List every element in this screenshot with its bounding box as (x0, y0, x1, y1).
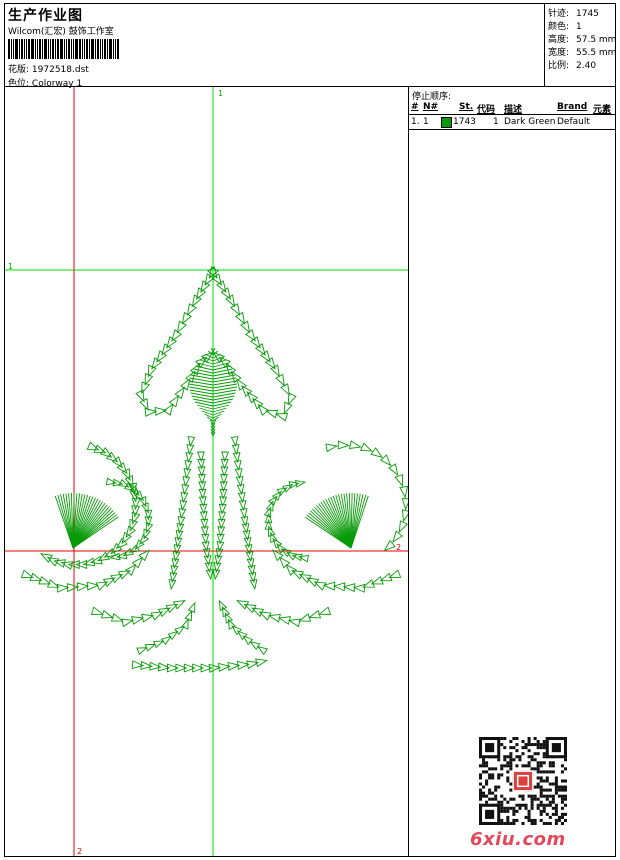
stat-scale: 比例: 2.40 (548, 61, 597, 71)
col-element: 元素 (593, 105, 612, 115)
design-file-line: 花版: 1972518.dst (8, 62, 89, 75)
stat-height: 高度: 57.5 mm (548, 35, 617, 45)
row-stitches: 1743 (453, 117, 476, 127)
row-brand: Default (557, 117, 590, 127)
stat-colors: 颜色: 1 (548, 22, 582, 32)
design-value: 1972518.dst (31, 65, 89, 75)
axis-label-bottom: 2 (77, 847, 83, 856)
stat-stitches: 针迹: 1745 (548, 9, 599, 19)
axis-label-top: 1 (218, 89, 224, 98)
stitch-paths (20, 266, 408, 673)
stat-width: 宽度: 55.5 mm (548, 48, 617, 58)
col-stitches: St. (459, 102, 474, 112)
qr-code-icon (479, 737, 567, 825)
table-row[interactable]: 1. 1 1743 1 Dark Green Default (409, 115, 615, 130)
col-description: 描述 (504, 105, 523, 115)
company-name: Wilcom(汇宏) 鼓饰工作室 (8, 27, 114, 37)
design-canvas[interactable]: 1 1 2 2 (4, 86, 409, 857)
stats-block: 针迹: 1745 颜色: 1 高度: 57.5 mm 宽度: 55.5 mm 比例: 2.… (544, 3, 616, 87)
row-index: 1. (411, 117, 420, 127)
col-index: # (411, 102, 419, 112)
col-code: 代码 (477, 105, 496, 115)
axis-label-right: 2 (396, 543, 402, 552)
row-needle: 1 (423, 117, 429, 127)
design-label: 花版: (8, 65, 30, 75)
row-code: 1 (493, 117, 499, 127)
watermark-logo: 6xiu.com (470, 829, 566, 850)
stop-table-header: # N# St. 代码 描述 Brand 元素 (409, 101, 615, 115)
embroidery-preview (5, 87, 408, 856)
page-title: 生产作业图 (8, 8, 83, 24)
col-brand: Brand (557, 102, 588, 112)
col-needle: N# (423, 102, 439, 112)
barcode (8, 39, 148, 59)
row-description: Dark Green (504, 117, 556, 127)
color-swatch (441, 117, 452, 128)
axis-label-left: 1 (8, 262, 14, 271)
header-info-block: 生产作业图 Wilcom(汇宏) 鼓饰工作室 花版: 1972518.dst 色… (4, 3, 545, 89)
